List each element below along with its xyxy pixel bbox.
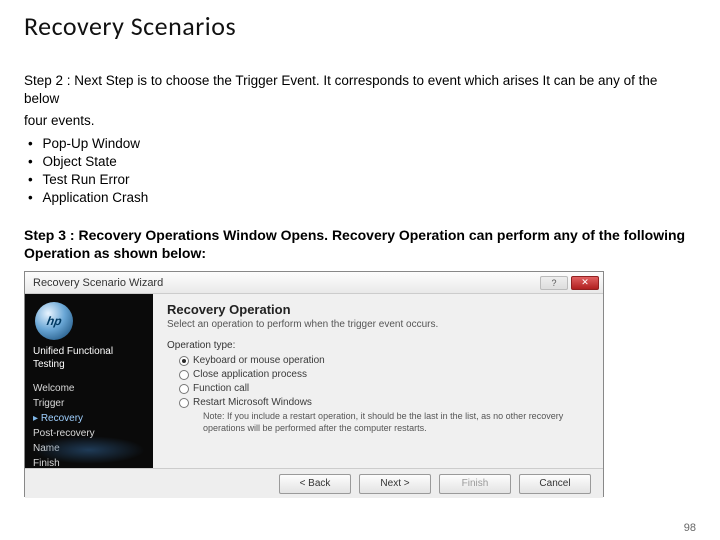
wizard-subheading: Select an operation to perform when the …: [167, 319, 589, 330]
back-button[interactable]: < Back: [279, 474, 351, 494]
hp-logo-icon: hp: [35, 302, 73, 340]
page-title: Recovery Scenarios: [24, 10, 696, 42]
next-button[interactable]: Next >: [359, 474, 431, 494]
step2-line2: four events.: [24, 112, 696, 130]
close-button[interactable]: ✕: [571, 276, 599, 290]
restart-note: Note: If you include a restart operation…: [179, 411, 589, 434]
sidebar-glow: [33, 436, 145, 464]
sidebar-step-trigger: Trigger: [33, 396, 145, 411]
finish-button[interactable]: Finish: [439, 474, 511, 494]
radio-close-app[interactable]: Close application process: [179, 369, 589, 380]
help-button[interactable]: ?: [540, 276, 568, 290]
radio-icon: [179, 384, 189, 394]
sidebar-step-recovery: Recovery: [33, 411, 145, 426]
step3-text: Step 3 : Recovery Operations Window Open…: [24, 226, 696, 264]
list-item: Object State: [24, 153, 696, 171]
wizard-sidebar: hp Unified Functional Testing Welcome Tr…: [25, 294, 153, 468]
list-item: Test Run Error: [24, 171, 696, 189]
wizard-footer: < Back Next > Finish Cancel: [25, 468, 603, 498]
operation-type-label: Operation type:: [167, 340, 589, 351]
cancel-button[interactable]: Cancel: [519, 474, 591, 494]
radio-function-call[interactable]: Function call: [179, 383, 589, 394]
operation-type-radios: Keyboard or mouse operation Close applic…: [167, 355, 589, 434]
sidebar-step-welcome: Welcome: [33, 381, 145, 396]
radio-keyboard-mouse[interactable]: Keyboard or mouse operation: [179, 355, 589, 366]
titlebar-buttons: ? ✕: [540, 276, 599, 290]
radio-icon: [179, 398, 189, 408]
close-icon: ✕: [581, 277, 589, 288]
slide: Recovery Scenarios Step 2 : Next Step is…: [0, 0, 720, 540]
help-icon: ?: [551, 278, 556, 288]
wizard-title: Recovery Scenario Wizard: [33, 277, 163, 289]
recovery-wizard-dialog: Recovery Scenario Wizard ? ✕ hp Unified …: [24, 271, 604, 497]
wizard-main: Recovery Operation Select an operation t…: [153, 294, 603, 468]
product-name: Unified Functional Testing: [33, 346, 145, 371]
list-item: Pop-Up Window: [24, 135, 696, 153]
page-number: 98: [684, 522, 696, 534]
list-item: Application Crash: [24, 189, 696, 207]
wizard-titlebar: Recovery Scenario Wizard ? ✕: [25, 272, 603, 294]
radio-icon: [179, 356, 189, 366]
step2-block: Step 2 : Next Step is to choose the Trig…: [24, 72, 696, 208]
wizard-body: hp Unified Functional Testing Welcome Tr…: [25, 294, 603, 468]
wizard-heading: Recovery Operation: [167, 302, 589, 317]
step2-line1: Step 2 : Next Step is to choose the Trig…: [24, 72, 696, 108]
radio-icon: [179, 370, 189, 380]
trigger-event-list: Pop-Up Window Object State Test Run Erro…: [24, 135, 696, 208]
radio-restart-windows[interactable]: Restart Microsoft Windows: [179, 397, 589, 408]
